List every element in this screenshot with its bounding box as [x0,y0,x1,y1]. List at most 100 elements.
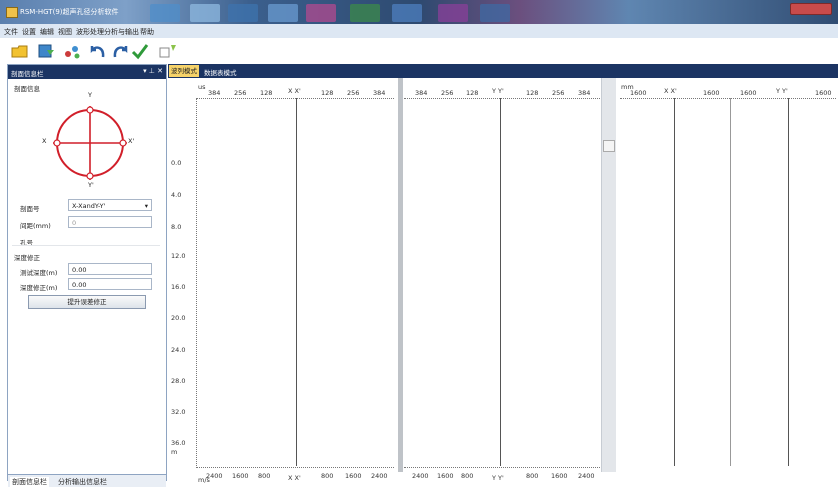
diagram-label-bottom: Y' [88,181,94,189]
profile-select-value: X-XandY-Y' [72,202,106,210]
menu-settings[interactable]: 设置 [22,27,36,37]
bottom-xx-label: X X' [288,474,301,482]
top-tick: 384 [373,89,386,97]
bottom-axis-line [404,467,600,468]
taskbar-icon[interactable] [438,4,468,22]
test-depth-label: 测试深度(m) [20,269,58,277]
panel-title: 剖面信息栏 [11,70,44,78]
depth-label: 0.0 [171,159,182,167]
redo-icon[interactable] [110,42,130,60]
tree-icon[interactable] [62,42,82,60]
top-axis-line [404,98,600,99]
top-tick: 384 [208,89,221,97]
taskbar-icon[interactable] [350,4,380,22]
bottom-yy-label: Y Y' [492,474,504,482]
taskbar-icon[interactable] [306,4,336,22]
tab-waveform-mode[interactable]: 波列模式 [169,65,199,77]
depth-section-title: 深度修正 [14,254,40,262]
check-icon[interactable] [130,42,150,60]
section-title: 剖面信息 [14,85,40,93]
bottom-tick: 2400 [371,472,388,480]
taskbar-icon[interactable] [228,4,258,22]
waveform-line-xx [296,98,297,466]
top-tick: 128 [526,89,539,97]
depth-label: 36.0 [171,439,186,447]
chevron-down-icon: ▾ [144,202,148,210]
top-tick: 128 [260,89,273,97]
bottom-tick: 1600 [232,472,249,480]
bottom-tick: 800 [461,472,474,480]
top-tick: 384 [578,89,591,97]
panel-header: 剖面信息栏 ▾ ⊥ ✕ [8,65,166,79]
scrollbar-thumb[interactable] [603,140,615,152]
menu-view[interactable]: 视图 [58,27,72,37]
panel-separator[interactable] [398,78,403,472]
top-tick: 256 [552,89,565,97]
bottom-tick: 1600 [345,472,362,480]
bottom-tick: 800 [258,472,271,480]
taskbar-icon[interactable] [392,4,422,22]
xx-label: X X' [288,87,301,95]
spacing-label: 间距(mm) [20,222,51,230]
save-export-icon[interactable] [36,42,56,60]
taskbar-icon[interactable] [190,4,220,22]
vertical-scrollbar[interactable] [601,78,616,472]
diagram-label-right: X' [128,137,135,145]
right-yy-label: Y Y' [776,87,788,95]
right-tick: 1600 [815,89,832,97]
top-tick: 128 [466,89,479,97]
left-panel: 剖面信息栏 ▾ ⊥ ✕ 剖面信息 Y Y' X X' 剖面号 X-XandY-Y… [7,64,167,487]
right-tick: 1600 [703,89,720,97]
tab-analysis-output[interactable]: 分析输出信息栏 [58,477,107,487]
depth-label: 12.0 [171,252,186,260]
spacing-field[interactable]: 0 [68,216,152,228]
close-icon[interactable] [790,3,832,15]
tab-data-table-mode[interactable]: 数据表模式 [202,67,239,77]
waveform-line-yy [500,98,501,466]
right-tick: 1600 [630,89,647,97]
taskbar-icon[interactable] [480,4,510,22]
tab-profile-info[interactable]: 剖面信息栏 [10,477,49,487]
taskbar-icon[interactable] [268,4,298,22]
open-folder-icon[interactable] [10,42,30,60]
waveform-plot [168,78,838,488]
bottom-tick: 2400 [412,472,429,480]
monitor-icon[interactable] [158,42,178,60]
depth-label: 32.0 [171,408,186,416]
app-icon [6,7,18,18]
profile-select[interactable]: X-XandY-Y' ▾ [68,199,152,211]
top-axis-line [620,98,836,99]
depth-unit: m [171,448,178,456]
bottom-axis-line [196,467,394,468]
menu-help[interactable]: 帮助 [140,27,154,37]
depth-fix-field[interactable]: 0.00 [68,278,152,290]
velocity-line [730,98,731,466]
depth-label: 28.0 [171,377,186,385]
depth-label: 8.0 [171,223,182,231]
bottom-tick: 2400 [206,472,223,480]
velocity-line-xx [674,98,675,466]
depth-label: 4.0 [171,191,182,199]
menu-file[interactable]: 文件 [4,27,18,37]
taskbar-icon[interactable] [150,4,180,22]
menu-waveform[interactable]: 波形处理 [76,27,104,37]
panel-body: 剖面信息 Y Y' X X' 剖面号 X-XandY-Y' ▾ 间距(mm) 0… [8,79,166,474]
velocity-line-yy [788,98,789,466]
right-xx-label: X X' [664,87,677,95]
top-tick: 384 [415,89,428,97]
title-bar: RSM-HGT(9)超声孔径分析软件 [0,0,838,24]
yy-label: Y Y' [492,87,504,95]
toolbar [0,38,838,64]
apply-correction-button[interactable]: 提升误差修正 [28,295,146,309]
depth-label: 20.0 [171,314,186,322]
menu-edit[interactable]: 编辑 [40,27,54,37]
view-tab-bar: 波列模式 数据表模式 [168,64,838,78]
panel-controls[interactable]: ▾ ⊥ ✕ [143,67,163,75]
test-depth-field[interactable]: 0.00 [68,263,152,275]
divider [12,245,160,246]
undo-icon[interactable] [88,42,108,60]
bottom-tick: 800 [526,472,539,480]
depth-fix-label: 深度修正(m) [20,284,58,292]
menu-analysis[interactable]: 分析与输出 [104,27,139,37]
window-title: RSM-HGT(9)超声孔径分析软件 [20,8,119,16]
